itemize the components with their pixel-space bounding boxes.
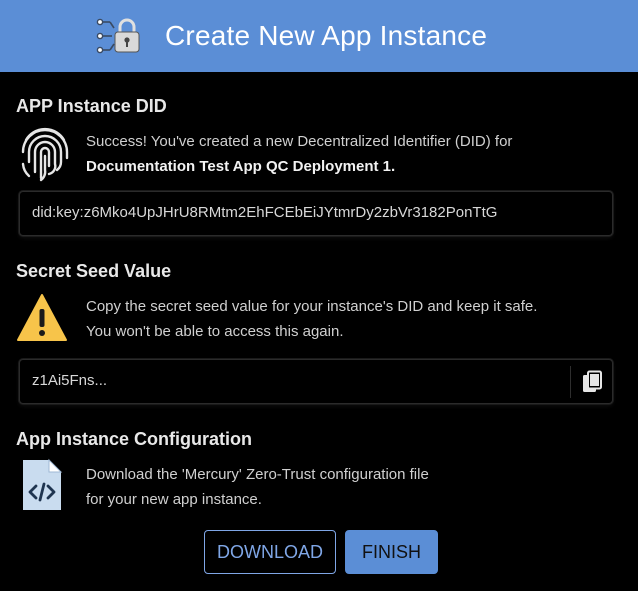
did-success-message: Success! You've created a new Decentrali…: [86, 133, 513, 175]
warning-icon: [17, 294, 67, 341]
did-value[interactable]: did:key:z6Mko4UpJHrU8RMtm2EhFCEbEiJYtmrD…: [32, 204, 497, 221]
finish-button[interactable]: FINISH: [345, 530, 438, 574]
seed-warning-message: Copy the secret seed value for your inst…: [86, 298, 538, 340]
config-message: Download the 'Mercury' Zero-Trust config…: [86, 466, 429, 508]
copy-icon[interactable]: [581, 370, 603, 394]
seed-section-title: Secret Seed Value: [16, 261, 172, 281]
did-field[interactable]: did:key:z6Mko4UpJHrU8RMtm2EhFCEbEiJYtmrD…: [19, 191, 613, 236]
network-lock-icon: [96, 18, 140, 54]
dialog-title: Create New App Instance: [165, 20, 488, 51]
code-file-icon: [23, 458, 63, 510]
config-section-title: App Instance Configuration: [16, 429, 252, 449]
seed-field[interactable]: z1Ai5Fns...: [19, 359, 613, 404]
did-section-title: APP Instance DID: [16, 96, 167, 116]
download-button[interactable]: DOWNLOAD: [204, 530, 336, 574]
fingerprint-icon: [21, 127, 69, 182]
app-name: Documentation Test App QC Deployment 1.: [86, 158, 396, 175]
dialog-header: Create New App Instance: [0, 0, 638, 72]
copy-divider: [570, 366, 571, 398]
seed-value[interactable]: z1Ai5Fns...: [32, 372, 107, 389]
